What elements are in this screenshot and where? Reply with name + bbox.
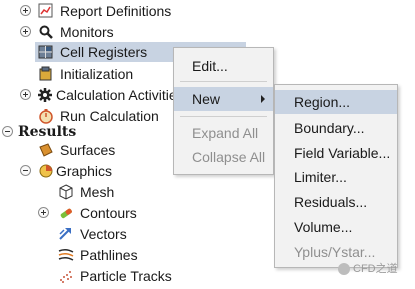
menu-item-label: Field Variable... [294,145,391,161]
pathlines-icon [58,247,74,263]
tree-item-label: Contours [80,205,137,221]
context-menu: Edit... New Expand All Collapse All [173,47,274,175]
tree-item-calculation-activities[interactable]: Calculation Activitie [0,85,175,105]
magnifier-icon [38,24,54,40]
menu-item-label: Expand All [192,125,259,141]
expand-toggle-icon[interactable] [20,89,31,100]
menu-item-label: Residuals... [294,194,368,210]
tree-section-label: Results [18,124,77,140]
menu-item-label: Limiter... [294,169,347,185]
menu-item-label: Edit... [192,58,228,74]
menu-item-region[interactable]: Region... [275,90,397,114]
tree-item-label: Report Definitions [60,3,172,19]
tree-item-vectors[interactable]: Vectors [0,224,175,244]
new-submenu: Region... Boundary... Field Variable... … [274,84,398,268]
expand-toggle-icon[interactable] [20,5,31,16]
report-chart-icon [38,3,54,19]
menu-item-label: Volume... [294,219,353,235]
tree-item-label: Cell Registers [60,44,148,60]
tree-item-label: Vectors [80,226,127,242]
vectors-icon [58,226,74,242]
menu-item-field-variable[interactable]: Field Variable... [275,141,397,165]
tree-item-monitors[interactable]: Monitors [0,22,240,42]
tree-item-label: Graphics [56,163,113,179]
tree-item-label: Pathlines [80,247,138,263]
menu-item-label: New [192,91,221,107]
gear-icon [37,87,53,103]
tree-item-graphics[interactable]: Graphics [0,161,175,181]
menu-item-edit[interactable]: Edit... [174,54,273,78]
tree-item-label: Mesh [80,184,115,200]
menu-item-label: Region... [294,94,351,110]
menu-item-limiter[interactable]: Limiter... [275,165,397,189]
tree-item-pathlines[interactable]: Pathlines [0,245,175,265]
watermark-logo-icon [338,263,350,276]
menu-separator [180,116,267,117]
expand-toggle-icon[interactable] [38,207,49,218]
menu-item-new[interactable]: New [174,87,273,111]
menu-separator [180,81,267,82]
menu-item-collapse-all: Collapse All [174,145,273,169]
collapse-toggle-icon[interactable] [20,165,31,176]
menu-item-label: Boundary... [294,120,365,136]
surfaces-icon [38,142,54,158]
tree-item-label: Surfaces [60,142,116,158]
watermark: CFD之道 [338,260,408,278]
menu-item-label: Collapse All [192,149,266,165]
cell-registers-icon [38,44,54,60]
tree-item-surfaces[interactable]: Surfaces [0,140,175,160]
tree-item-particle-tracks[interactable]: Particle Tracks [0,266,175,286]
expand-toggle-icon[interactable] [20,26,31,37]
tree-item-label: Initialization [60,66,134,82]
graphics-pie-icon [38,163,54,179]
menu-item-residuals[interactable]: Residuals... [275,190,397,214]
tree-item-contours[interactable]: Contours [0,203,175,223]
menu-item-volume[interactable]: Volume... [275,215,397,239]
menu-item-boundary[interactable]: Boundary... [275,116,397,140]
submenu-arrow-icon [261,95,265,103]
contours-icon [58,205,74,221]
watermark-text: CFD之道 [353,263,398,275]
tree-item-label: Monitors [60,24,114,40]
tree-item-label: Particle Tracks [80,268,172,284]
particle-tracks-icon [58,268,74,284]
menu-item-expand-all: Expand All [174,121,273,145]
tree-item-mesh[interactable]: Mesh [0,182,175,202]
tree-item-report-definitions[interactable]: Report Definitions [0,1,240,21]
mesh-cube-icon [58,184,74,200]
tree-item-label: Calculation Activitie [56,87,175,103]
tree-item-results[interactable]: Results [0,122,175,142]
initialization-icon [38,66,54,82]
collapse-toggle-icon[interactable] [2,126,13,137]
